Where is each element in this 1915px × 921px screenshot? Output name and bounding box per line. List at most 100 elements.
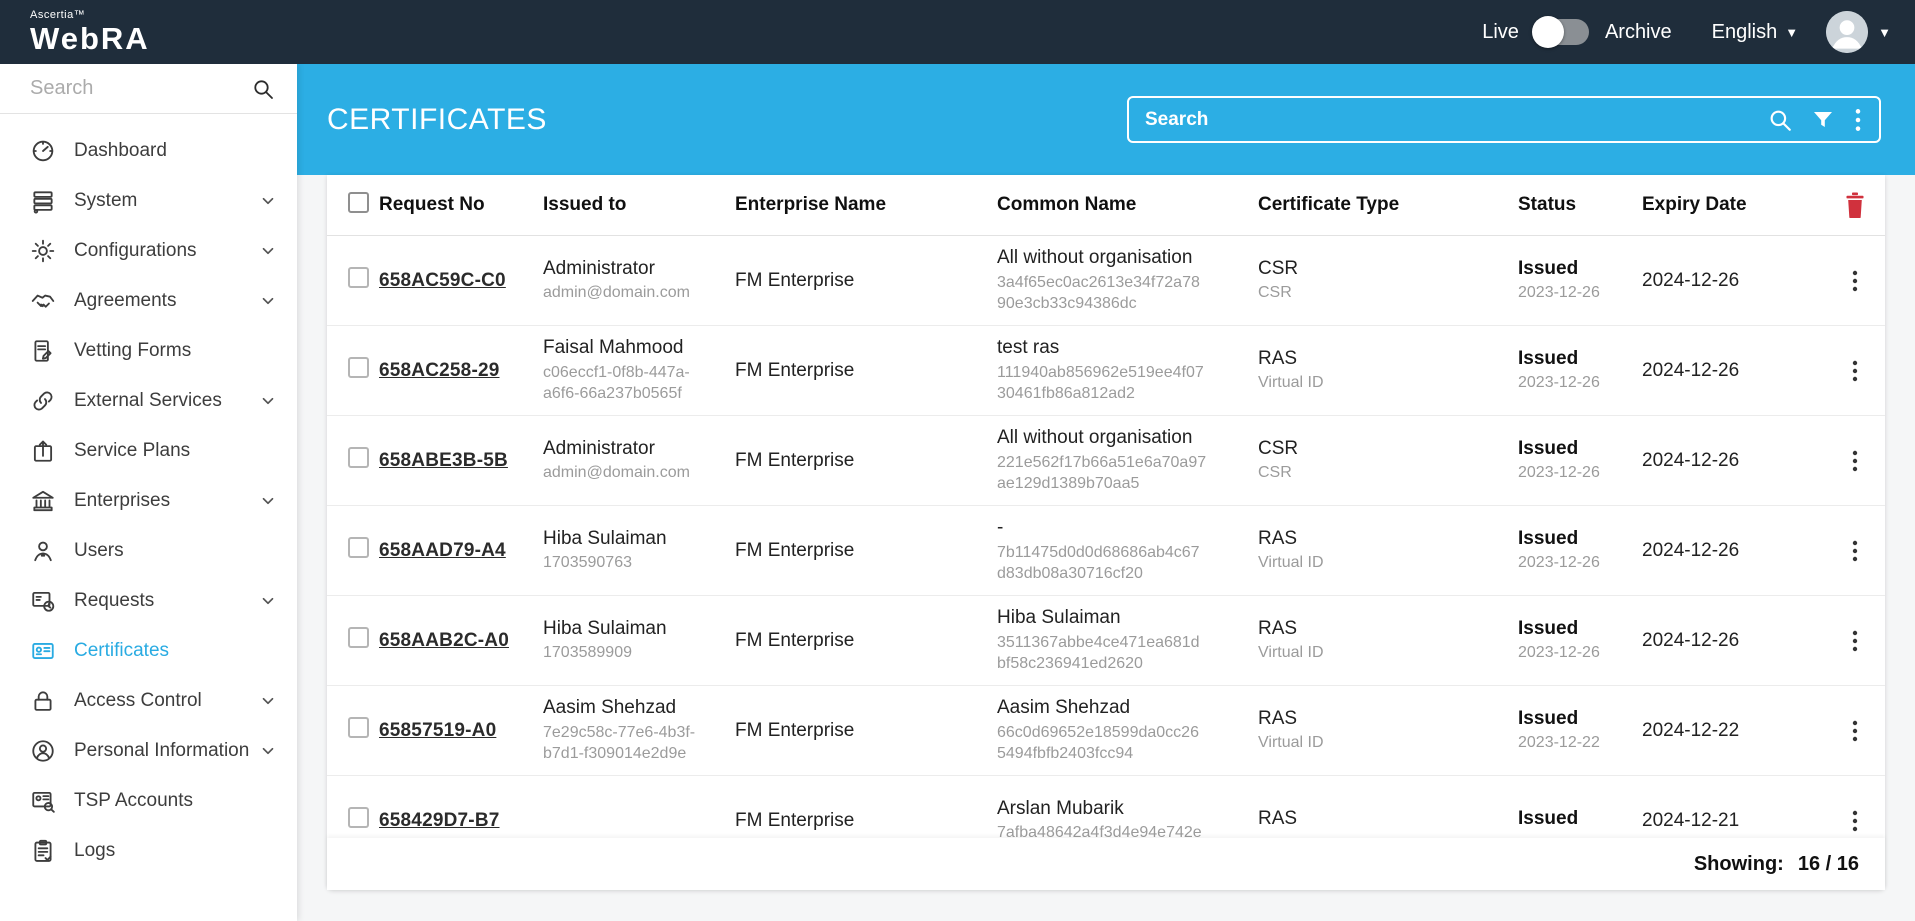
table-row: 658ABE3B-5B Administrator admin@domain.c… (327, 416, 1885, 506)
row-checkbox[interactable] (348, 807, 369, 828)
row-checkbox[interactable] (348, 537, 369, 558)
issued-to-detail: c06eccf1-0f8b-447a- a6f6-66a237b0565f (543, 363, 717, 405)
brand-logo[interactable]: Ascertia™ WebRA (0, 10, 150, 54)
vetting-forms-icon (30, 338, 56, 364)
sidebar-item-tsp-accounts[interactable]: TSP Accounts (0, 776, 297, 826)
issued-to-name: Administrator (543, 257, 717, 281)
showing-value: 16 / 16 (1798, 853, 1859, 876)
col-common-name[interactable]: Common Name (997, 194, 1258, 216)
avatar[interactable] (1826, 11, 1868, 53)
sidebar-item-enterprises[interactable]: Enterprises (0, 476, 297, 526)
request-no-link[interactable]: 658AC59C-C0 (379, 270, 506, 291)
row-checkbox[interactable] (348, 447, 369, 468)
select-all-checkbox[interactable] (348, 192, 369, 213)
live-archive-toggle[interactable] (1535, 19, 1589, 45)
row-actions-kebab-icon[interactable] (1851, 629, 1859, 653)
sidebar-item-users[interactable]: Users (0, 526, 297, 576)
col-request-no[interactable]: Request No (379, 194, 543, 216)
sidebar-item-service-plans[interactable]: Service Plans (0, 426, 297, 476)
profile-caret-icon[interactable]: ▼ (1878, 25, 1891, 40)
sidebar-item-agreements[interactable]: Agreements (0, 276, 297, 326)
filter-icon[interactable] (1811, 108, 1835, 132)
sidebar-item-dashboard[interactable]: Dashboard (0, 126, 297, 176)
issued-to-detail: 1703590763 (543, 553, 717, 574)
request-no-link[interactable]: 658AC258-29 (379, 360, 500, 381)
col-status[interactable]: Status (1518, 194, 1642, 216)
sidebar-item-logs[interactable]: Logs (0, 826, 297, 876)
certificate-type-sub: Virtual ID (1258, 553, 1500, 574)
sidebar-item-label: Service Plans (74, 440, 190, 462)
sidebar-item-label: External Services (74, 390, 222, 412)
search-icon[interactable] (251, 77, 275, 101)
row-checkbox[interactable] (348, 357, 369, 378)
top-navbar: Ascertia™ WebRA Live Archive English ▼ ▼ (0, 0, 1915, 64)
certificate-type-sub: CSR (1258, 463, 1500, 484)
certificate-type: CSR (1258, 437, 1500, 461)
row-checkbox[interactable] (348, 627, 369, 648)
sidebar-item-access-control[interactable]: Access Control (0, 676, 297, 726)
col-enterprise-name[interactable]: Enterprise Name (735, 194, 997, 216)
issued-to-name: Administrator (543, 437, 717, 461)
request-no-link[interactable]: 658429D7-B7 (379, 810, 500, 831)
chevron-down-icon (259, 492, 277, 510)
kebab-menu-icon[interactable] (1853, 107, 1863, 133)
expiry-date: 2024-12-26 (1642, 450, 1739, 471)
enterprise-name: FM Enterprise (735, 450, 854, 471)
toggle-knob (1532, 16, 1564, 48)
status-date: 2023-12-22 (1518, 733, 1624, 754)
row-actions-kebab-icon[interactable] (1851, 449, 1859, 473)
sidebar-item-requests[interactable]: Requests (0, 576, 297, 626)
showing-label: Showing: (1694, 853, 1784, 876)
external-services-icon (30, 388, 56, 414)
request-no-link[interactable]: 658AAD79-A4 (379, 540, 506, 561)
certificate-type-sub: CSR (1258, 283, 1500, 304)
service-plans-icon (30, 438, 56, 464)
row-actions-kebab-icon[interactable] (1851, 809, 1859, 833)
sidebar-search-input[interactable] (0, 64, 343, 113)
sidebar-item-label: Configurations (74, 240, 197, 262)
row-checkbox[interactable] (348, 267, 369, 288)
row-checkbox[interactable] (348, 717, 369, 738)
status-value: Issued (1518, 437, 1624, 461)
sidebar-item-system[interactable]: System (0, 176, 297, 226)
language-dropdown[interactable]: English ▼ (1712, 21, 1798, 44)
status-date: 2023-12-26 (1518, 643, 1624, 664)
col-certificate-type[interactable]: Certificate Type (1258, 194, 1518, 216)
sidebar-item-vetting-forms[interactable]: Vetting Forms (0, 326, 297, 376)
request-no-link[interactable]: 65857519-A0 (379, 720, 496, 741)
certificate-type-sub: Virtual ID (1258, 733, 1500, 754)
table-scroll-area[interactable]: Request No Issued to Enterprise Name Com… (327, 175, 1885, 838)
sidebar-item-label: System (74, 190, 137, 212)
request-no-link[interactable]: 658AAB2C-A0 (379, 630, 509, 651)
request-no-link[interactable]: 658ABE3B-5B (379, 450, 508, 471)
dashboard-icon (30, 138, 56, 164)
common-name: All without organisation (997, 246, 1240, 270)
certificate-type: RAS (1258, 807, 1500, 831)
col-expiry-date[interactable]: Expiry Date (1642, 194, 1825, 216)
status-date: 2023-12-26 (1518, 463, 1624, 484)
logs-icon (30, 838, 56, 864)
table-row: 65857519-A0 Aasim Shehzad 7e29c58c-77e6-… (327, 686, 1885, 776)
row-actions-kebab-icon[interactable] (1851, 359, 1859, 383)
delete-trash-icon[interactable] (1843, 192, 1867, 218)
chevron-down-icon (259, 292, 277, 310)
brand-ascertia: Ascertia™ (30, 10, 150, 21)
common-name-hash: 221e562f17b66a51e6a70a97 ae129d1389b70aa… (997, 453, 1240, 495)
common-name-hash: 111940ab856962e519ee4f07 30461fb86a812ad… (997, 363, 1240, 405)
common-name-hash: 66c0d69652e18599da0cc26 5494fbfb2403fcc9… (997, 723, 1240, 765)
sidebar-search (0, 64, 297, 114)
sidebar-item-label: Enterprises (74, 490, 170, 512)
row-actions-kebab-icon[interactable] (1851, 539, 1859, 563)
search-icon[interactable] (1767, 107, 1793, 133)
col-issued-to[interactable]: Issued to (543, 194, 735, 216)
table-search-input[interactable] (1129, 98, 1767, 141)
issued-to-detail: admin@domain.com (543, 463, 717, 484)
row-actions-kebab-icon[interactable] (1851, 269, 1859, 293)
sidebar-item-label: Users (74, 540, 124, 562)
certificate-type: RAS (1258, 617, 1500, 641)
sidebar-item-certificates[interactable]: Certificates (0, 626, 297, 676)
sidebar-item-personal-information[interactable]: Personal Information (0, 726, 297, 776)
sidebar-item-external-services[interactable]: External Services (0, 376, 297, 426)
sidebar-item-configurations[interactable]: Configurations (0, 226, 297, 276)
row-actions-kebab-icon[interactable] (1851, 719, 1859, 743)
